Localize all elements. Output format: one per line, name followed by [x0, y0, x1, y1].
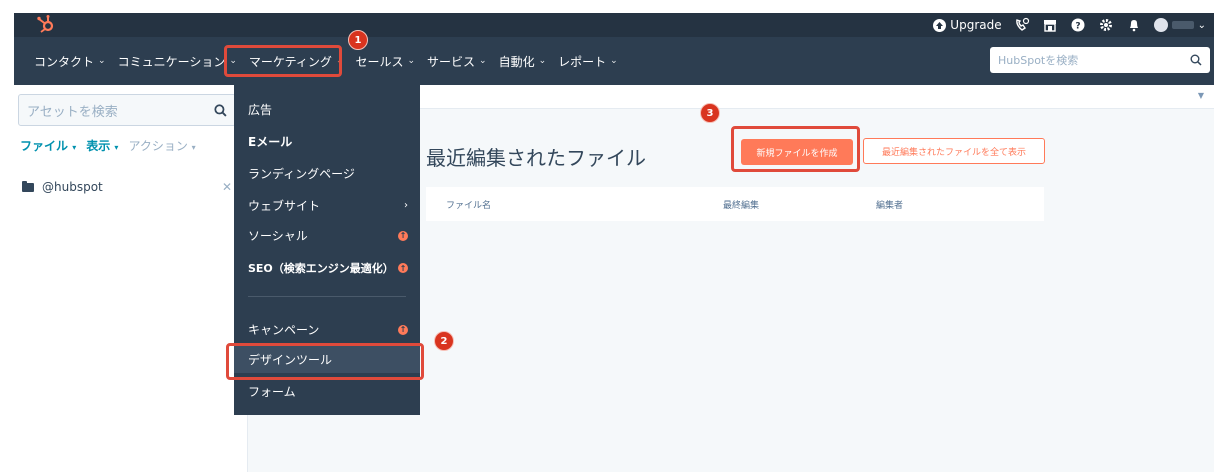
nav-communication[interactable]: コミュニケーション ⌄: [118, 53, 237, 70]
chevron-down-icon: ⌄: [407, 56, 416, 66]
nav-sales-label: セールス: [355, 54, 404, 69]
chevron-down-icon: ⌄: [98, 56, 106, 66]
view-menu[interactable]: 表示 ▾: [86, 137, 118, 154]
notifications-bell-icon[interactable]: [1126, 17, 1142, 33]
column-editor[interactable]: 編集者: [876, 198, 903, 211]
nav-reports[interactable]: レポート ⌄: [558, 53, 618, 70]
menu-item-seo-label: SEO（検索エンジン最適化）: [248, 262, 394, 275]
page: Upgrade ? ⌄ コンタクト ⌄ コミュニケーション ⌄ マーケティング …: [0, 0, 1228, 472]
chevron-down-icon: ⌄: [538, 56, 547, 66]
page-title: 最近編集されたファイル: [426, 146, 646, 170]
top-right-controls: Upgrade ? ⌄: [933, 13, 1206, 37]
menu-item-seo[interactable]: SEO（検索エンジン最適化） ↑: [248, 260, 408, 276]
caret-down-icon[interactable]: ▼: [1198, 91, 1204, 100]
step-badge-3: 3: [700, 103, 720, 123]
recent-files-table-header: ファイル名 最終編集 編集者: [426, 187, 1044, 221]
nav-service[interactable]: サービス ⌄: [427, 53, 487, 70]
chevron-down-icon: ⌄: [1197, 19, 1206, 31]
menu-item-website[interactable]: ウェブサイト ›: [248, 197, 408, 214]
menu-divider: [248, 296, 406, 297]
pin-icon[interactable]: ✕: [222, 180, 232, 194]
asset-search-input[interactable]: アセットを検索: [18, 94, 236, 126]
nav-contacts-label: コンタクト: [34, 54, 95, 69]
menu-item-landing-pages[interactable]: ランディングページ: [248, 165, 408, 182]
nav-service-label: サービス: [427, 54, 476, 69]
settings-gear-icon[interactable]: [1098, 17, 1114, 33]
view-menu-label: 表示: [86, 139, 111, 153]
top-bar: Upgrade ? ⌄: [14, 13, 1214, 37]
step-badge-1: 1: [348, 30, 368, 50]
asset-sidebar: アセットを検索 ファイル ▾ 表示 ▾ アクション ▾ @hubspot ✕: [14, 85, 248, 472]
sidebar-actions: ファイル ▾ 表示 ▾ アクション ▾: [20, 137, 196, 154]
search-icon: [214, 103, 227, 117]
nav-communication-label: コミュニケーション: [117, 54, 226, 69]
upgrade-arrow-icon: [933, 18, 947, 32]
folder-item[interactable]: @hubspot ✕: [22, 180, 232, 194]
calling-icon[interactable]: [1014, 17, 1030, 33]
asset-search-placeholder: アセットを検索: [27, 104, 118, 120]
help-icon[interactable]: ?: [1070, 17, 1086, 33]
nav-sales[interactable]: セールス ⌄: [355, 53, 415, 70]
menu-item-social-label: ソーシャル: [248, 229, 308, 243]
folder-icon: [22, 180, 34, 192]
menu-item-campaigns[interactable]: キャンペーン ↑: [248, 321, 408, 338]
menu-item-email[interactable]: Eメール: [248, 133, 408, 150]
step-badge-2: 2: [434, 331, 454, 351]
chevron-right-icon: ›: [404, 200, 408, 211]
menu-item-campaign-label: キャンペーン: [248, 323, 320, 337]
menu-item-forms[interactable]: フォーム: [248, 383, 408, 400]
nav-contacts[interactable]: コンタクト ⌄: [34, 53, 106, 70]
menu-item-form-label: フォーム: [248, 385, 296, 399]
highlight-new-file: [731, 126, 860, 172]
column-last-edited[interactable]: 最終編集: [723, 198, 759, 211]
column-file-name[interactable]: ファイル名: [446, 198, 491, 211]
avatar: [1153, 18, 1168, 32]
folder-label: @hubspot: [42, 180, 103, 194]
account-name-blurred: [1171, 21, 1194, 29]
upgrade-icon: ↑: [398, 324, 408, 335]
upgrade-button[interactable]: Upgrade: [933, 18, 1002, 32]
upgrade-icon: ↑: [398, 263, 408, 273]
marketplace-icon[interactable]: [1042, 17, 1058, 33]
menu-item-website-label: ウェブサイト: [248, 199, 321, 213]
action-menu[interactable]: アクション ▾: [128, 137, 195, 154]
upgrade-label: Upgrade: [950, 18, 1002, 32]
menu-item-landing-label: ランディングページ: [248, 167, 355, 181]
main-nav: コンタクト ⌄ コミュニケーション ⌄ マーケティング ⌄ セールス ⌄ サービス ⌄ 自…: [14, 37, 1214, 85]
upgrade-icon: ↑: [398, 230, 408, 241]
menu-item-email-label: Eメール: [248, 135, 293, 149]
chevron-down-icon: ⌄: [479, 56, 487, 66]
search-icon: [1190, 54, 1202, 66]
caret-down-icon: ▾: [191, 143, 196, 152]
menu-item-ads[interactable]: 広告: [248, 101, 408, 118]
highlight-marketing: [224, 45, 342, 77]
file-menu[interactable]: ファイル ▾: [20, 137, 76, 154]
chevron-down-icon: ⌄: [610, 56, 618, 66]
nav-automation-label: 自動化: [498, 54, 535, 69]
hubspot-logo-icon[interactable]: [36, 14, 56, 34]
global-search-placeholder: HubSpotを検索: [998, 54, 1079, 67]
highlight-design-tools: [226, 343, 424, 380]
caret-down-icon: ▾: [114, 143, 119, 152]
nav-reports-label: レポート: [558, 54, 607, 69]
svg-text:?: ?: [1075, 22, 1080, 32]
global-search-input[interactable]: HubSpotを検索: [990, 47, 1210, 73]
account-menu[interactable]: ⌄: [1153, 18, 1206, 32]
show-all-recent-button[interactable]: 最近編集されたファイルを全て表示: [863, 138, 1045, 164]
menu-item-social[interactable]: ソーシャル ↑: [248, 227, 408, 244]
file-menu-label: ファイル: [20, 139, 69, 153]
nav-automation[interactable]: 自動化 ⌄: [499, 53, 547, 70]
action-menu-label: アクション: [128, 139, 188, 153]
caret-down-icon: ▾: [72, 143, 77, 152]
menu-item-ads-label: 広告: [248, 103, 273, 117]
